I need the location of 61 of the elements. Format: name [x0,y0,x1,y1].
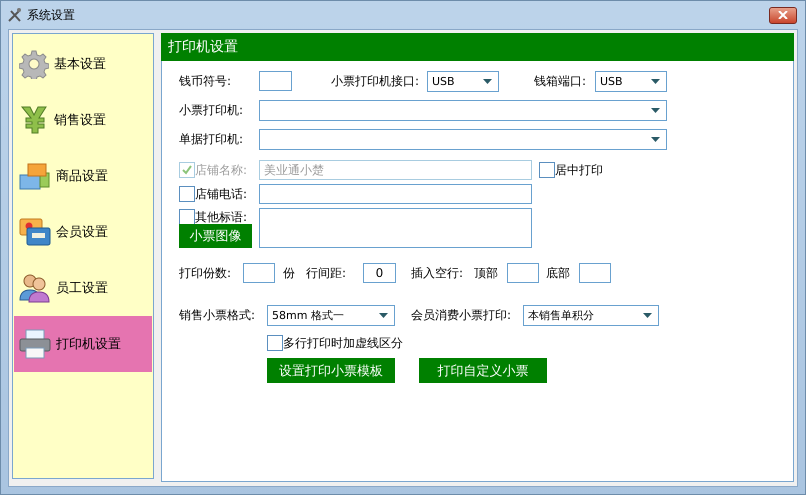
sidebar-item[interactable]: 员工设置 [14,260,152,316]
field-label: 小票打印机: [179,102,244,118]
field-label: 其他标语: [195,208,248,226]
field-label: 销售小票格式: [179,306,256,324]
dropdown[interactable] [259,100,667,120]
close-button[interactable] [769,6,797,24]
input-field[interactable] [579,263,611,283]
checkbox[interactable] [267,335,283,351]
checkbox[interactable] [179,186,195,202]
printer-icon [19,329,51,359]
field-label: 插入空行: [411,264,464,282]
tools-icon [7,7,23,23]
caret-icon [483,78,492,84]
receipt-image-button[interactable]: 小票图像 [179,224,252,248]
field-label: 会员消费小票打印: [411,306,512,324]
action-button[interactable]: 设置打印小票模板 [267,358,395,383]
field-label: 小票打印机接口: [331,72,420,90]
input-field[interactable] [259,71,292,91]
window-title: 系统设置 [27,6,75,24]
sidebar-item[interactable]: 打印机设置 [14,316,152,372]
action-button[interactable]: 打印自定义小票 [419,358,547,383]
caret-icon [379,312,388,318]
input-field[interactable] [243,263,275,283]
field-label: 钱箱端口: [534,72,588,90]
input-field[interactable]: 0 [363,263,396,283]
field-label: 底部 [546,264,571,282]
dropdown[interactable] [259,128,667,150]
caret-icon [651,78,660,84]
gear-icon [19,49,49,79]
field-label: 单据打印机: [179,130,244,148]
blocks-icon [19,161,51,191]
sidebar-item[interactable]: 销售设置 [14,92,152,148]
sidebar-item[interactable]: 会员设置 [14,204,152,260]
field-label: 份 [283,264,296,282]
field-label: 顶部 [474,264,499,282]
field-label: 居中打印 [555,162,603,178]
field-label: 打印份数: [179,264,232,282]
checkbox[interactable] [539,162,555,178]
people-icon [19,273,51,303]
yen-icon [19,105,49,135]
sidebar-item[interactable]: 商品设置 [14,148,152,204]
close-icon [778,11,788,19]
input-field[interactable] [507,263,539,283]
sidebar-item[interactable]: 基本设置 [14,36,152,92]
dropdown[interactable]: 58mm 格式一 [267,304,395,326]
field-label: 店铺电话: [195,186,248,202]
caret-icon [643,312,652,318]
credit-cards-icon [19,217,51,247]
dropdown[interactable]: 本销售单积分 [523,304,659,326]
dropdown[interactable]: USB [427,70,499,92]
input-field[interactable] [259,184,532,204]
checkbox[interactable] [179,209,195,225]
field-label: 钱币符号: [179,72,232,90]
field-label: 行间距: [306,264,348,282]
caret-icon [651,108,660,112]
caret-icon [651,136,660,142]
field-label: 店铺名称: [195,162,248,178]
text-area[interactable] [259,208,532,248]
dropdown[interactable]: USB [595,70,667,92]
field-label: 多行打印时加虚线区分 [283,334,403,352]
panel-title: 打印机设置 [161,33,794,61]
